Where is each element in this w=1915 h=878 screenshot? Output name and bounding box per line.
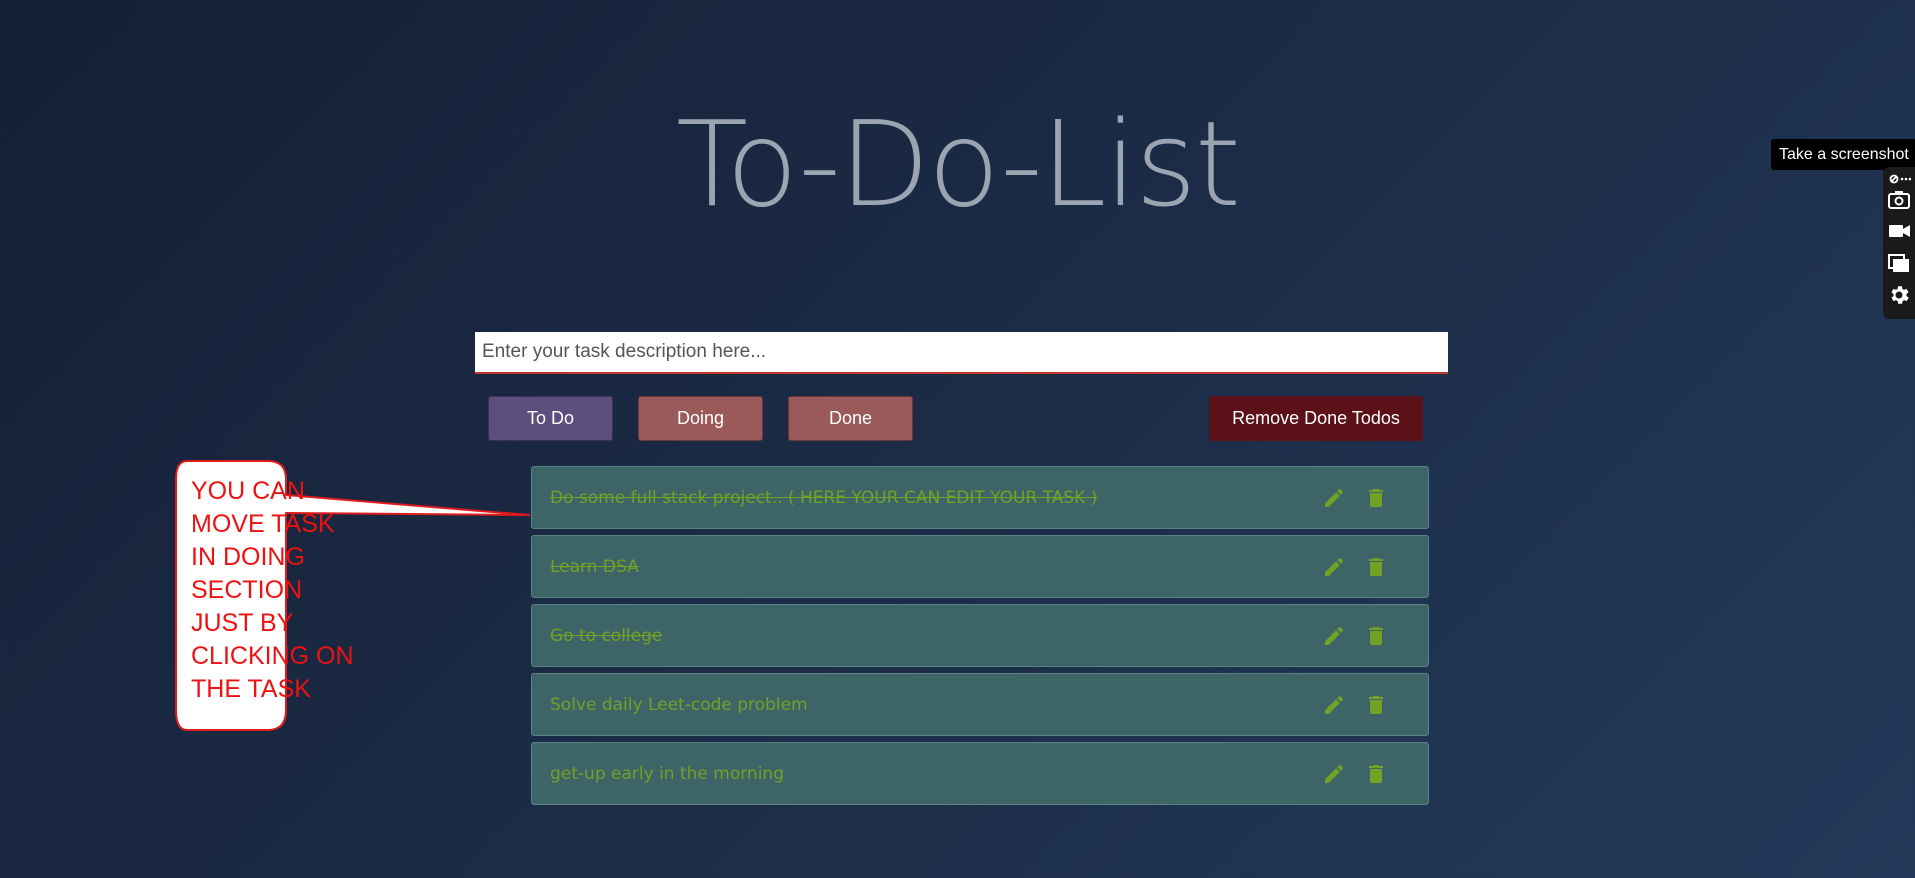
task-text: get-up early in the morning: [550, 763, 784, 784]
doing-filter-button[interactable]: Doing: [638, 396, 763, 441]
remove-done-todos-button[interactable]: Remove Done Todos: [1209, 396, 1423, 441]
task-item[interactable]: Learn DSA: [531, 535, 1429, 598]
todo-filter-button[interactable]: To Do: [488, 396, 613, 441]
window-icon[interactable]: [1887, 251, 1911, 275]
task-list: Do some full stack project.. ( HERE YOUR…: [531, 466, 1429, 811]
task-text: Learn DSA: [550, 556, 639, 577]
task-text: Do some full stack project.. ( HERE YOUR…: [550, 487, 1098, 508]
task-item[interactable]: Solve daily Leet-code problem: [531, 673, 1429, 736]
pencil-icon[interactable]: [1322, 555, 1346, 579]
screenshot-tooltip: Take a screenshot: [1771, 139, 1915, 170]
task-text: Go to college: [550, 625, 663, 646]
screenshot-toolbar: [1883, 167, 1915, 319]
pencil-icon[interactable]: [1322, 762, 1346, 786]
video-icon[interactable]: [1887, 219, 1911, 243]
trash-icon[interactable]: [1364, 486, 1388, 510]
task-text: Solve daily Leet-code problem: [550, 694, 808, 715]
task-description-input[interactable]: [475, 332, 1448, 374]
trash-icon[interactable]: [1364, 762, 1388, 786]
gear-icon[interactable]: [1887, 283, 1911, 307]
camera-icon[interactable]: [1887, 187, 1911, 211]
pencil-icon[interactable]: [1322, 624, 1346, 648]
trash-icon[interactable]: [1364, 555, 1388, 579]
trash-icon[interactable]: [1364, 624, 1388, 648]
callout-text: YOU CAN MOVE TASK IN DOING SECTION JUST …: [191, 477, 354, 703]
pencil-icon[interactable]: [1322, 486, 1346, 510]
task-item[interactable]: get-up early in the morning: [531, 742, 1429, 805]
trash-icon[interactable]: [1364, 693, 1388, 717]
done-filter-button[interactable]: Done: [788, 396, 913, 441]
pencil-icon[interactable]: [1322, 693, 1346, 717]
page-title: To-Do-List: [675, 95, 1241, 233]
task-item[interactable]: Go to college: [531, 604, 1429, 667]
task-item[interactable]: Do some full stack project.. ( HERE YOUR…: [531, 466, 1429, 529]
